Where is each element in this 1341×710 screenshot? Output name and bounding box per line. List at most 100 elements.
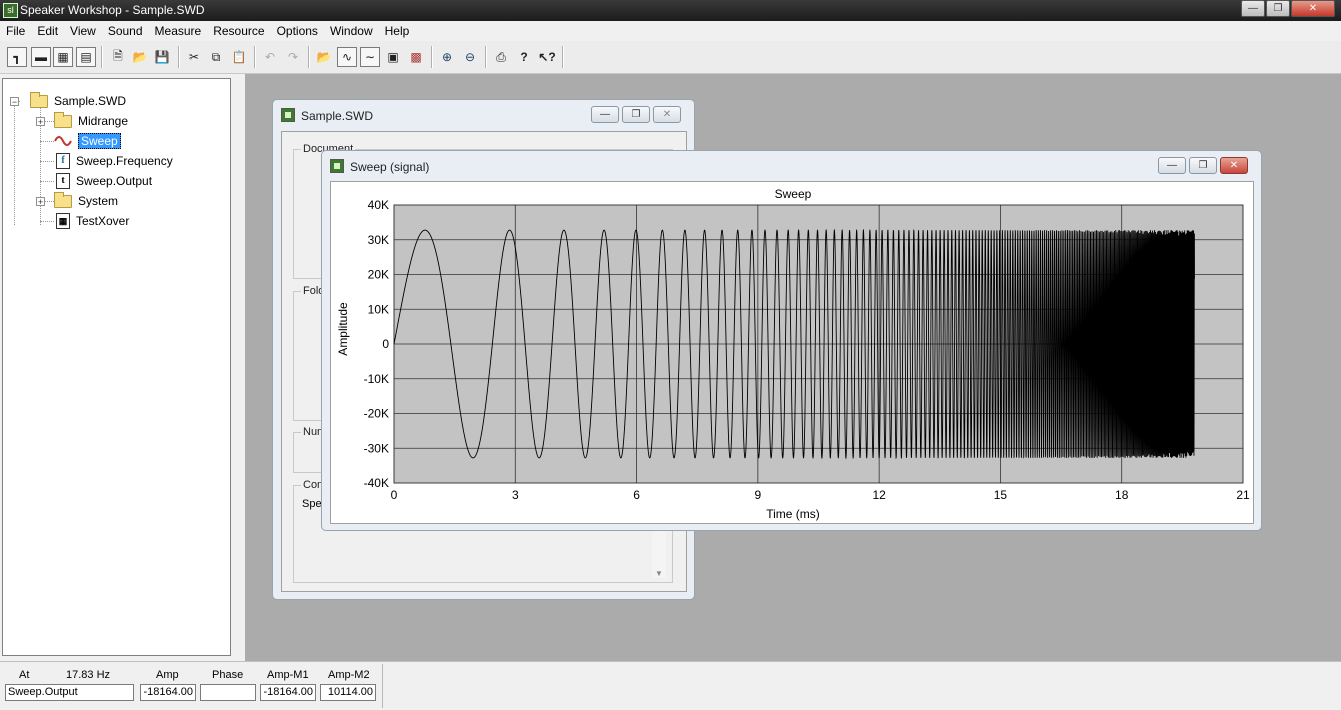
sweep-close-button[interactable]: ✕ xyxy=(1220,157,1248,174)
folder-icon xyxy=(54,111,72,128)
sample-close-button[interactable]: ✕ xyxy=(653,106,681,123)
menu-options[interactable]: Options xyxy=(271,24,324,38)
signal-view-icon[interactable]: ∿ xyxy=(337,47,357,67)
properties-icon[interactable]: ▣ xyxy=(383,47,403,67)
status-amp-m2-value[interactable]: 10114.00 xyxy=(320,684,376,701)
folder-icon xyxy=(54,191,72,208)
app-title-bar: sl Speaker Workshop - Sample.SWD — ❐ ✕ xyxy=(0,0,1341,21)
y-tick-label: 10K xyxy=(368,302,389,316)
menu-window[interactable]: Window xyxy=(324,24,379,38)
x-tick-label: 3 xyxy=(512,488,519,502)
menu-measure[interactable]: Measure xyxy=(149,24,208,38)
status-frequency: 17.83 Hz xyxy=(66,669,111,681)
midrange-expander[interactable]: + xyxy=(36,117,45,127)
tree-item-sweep-frequency[interactable]: f Sweep.Frequency xyxy=(56,152,173,170)
tree-item-label: Sweep xyxy=(78,133,121,149)
sweep-restore-button[interactable]: ❐ xyxy=(1189,157,1217,174)
sweep-chart[interactable]: Sweep 0 3 6 9 12 15 18 21 40K 30K 20K 10K 0 -10K -20K -… xyxy=(331,182,1253,523)
tree-view-icon[interactable]: ┓ xyxy=(7,47,27,67)
y-tick-label: 20K xyxy=(368,268,389,282)
print-icon[interactable]: ⎙ xyxy=(491,47,511,67)
view-toggle-icon[interactable]: ▬ xyxy=(31,47,51,67)
toolbar: ┓ ▬ ▦ ▤ 🗎 📂 💾 ✂ ⧉ 📋 ↶ ↷ 📂 ∿ ∼ ▣ ▩ ⊕ ⊖ ⎙ … xyxy=(0,41,1341,74)
close-button[interactable]: ✕ xyxy=(1291,0,1335,17)
view-grid-icon[interactable]: ▦ xyxy=(53,47,73,67)
status-at-label: At xyxy=(19,669,30,681)
tree-root-label: Sample.SWD xyxy=(54,94,127,108)
tree-item-label: System xyxy=(78,194,119,208)
menu-view[interactable]: View xyxy=(64,24,102,38)
x-tick-label: 21 xyxy=(1236,488,1250,502)
pane-splitter[interactable] xyxy=(233,78,241,656)
status-object-name[interactable]: Sweep.Output xyxy=(5,684,134,701)
status-amp-m1-label: Amp-M1 xyxy=(267,669,309,681)
tree-root[interactable]: Sample.SWD xyxy=(30,91,127,110)
status-amp-m1-value[interactable]: -18164.00 xyxy=(260,684,316,701)
y-tick-label: 30K xyxy=(368,233,389,247)
sweep-minimize-button[interactable]: — xyxy=(1158,157,1186,174)
delete-object-icon[interactable]: ▩ xyxy=(406,47,426,67)
redo-icon[interactable]: ↷ xyxy=(283,47,303,67)
cut-icon[interactable]: ✂ xyxy=(184,47,204,67)
menu-file[interactable]: File xyxy=(0,24,31,38)
status-amp-value[interactable]: -18164.00 xyxy=(140,684,196,701)
menu-resource[interactable]: Resource xyxy=(207,24,270,38)
root-expander[interactable]: − xyxy=(10,97,19,107)
y-tick-label: 40K xyxy=(368,198,389,212)
save-icon[interactable]: 💾 xyxy=(152,47,172,67)
y-tick-label: 0 xyxy=(382,337,389,351)
folder-icon xyxy=(30,91,48,108)
sweep-window-title: Sweep (signal) xyxy=(350,160,430,174)
sample-restore-button[interactable]: ❐ xyxy=(622,106,650,123)
chart-y-axis-label: Amplitude xyxy=(336,302,350,356)
signal-window-icon xyxy=(330,159,344,173)
minimize-button[interactable]: — xyxy=(1241,0,1265,17)
menu-bar: File Edit View Sound Measure Resource Op… xyxy=(0,21,1341,41)
open-folder-icon[interactable]: 📂 xyxy=(130,47,150,67)
x-tick-label: 15 xyxy=(994,488,1008,502)
x-tick-label: 12 xyxy=(872,488,886,502)
paste-icon[interactable]: 📋 xyxy=(229,47,249,67)
sample-window-title: Sample.SWD xyxy=(301,109,374,123)
comment-text: Spe xyxy=(302,498,322,510)
context-help-icon[interactable]: ↖? xyxy=(537,47,557,67)
status-phase-value[interactable] xyxy=(200,684,256,701)
undo-icon[interactable]: ↶ xyxy=(260,47,280,67)
help-icon[interactable]: ? xyxy=(514,47,534,67)
menu-sound[interactable]: Sound xyxy=(102,24,149,38)
tree-item-testxover[interactable]: ▦ TestXover xyxy=(56,212,129,230)
chart-view-icon[interactable]: ∼ xyxy=(360,47,380,67)
scroll-down-icon[interactable]: ▼ xyxy=(655,569,663,578)
document-window-icon xyxy=(281,108,295,122)
status-amp-m2-label: Amp-M2 xyxy=(328,669,370,681)
sample-minimize-button[interactable]: — xyxy=(591,106,619,123)
tree-item-label: Sweep.Frequency xyxy=(76,154,173,168)
x-tick-label: 6 xyxy=(633,488,640,502)
x-tick-label: 0 xyxy=(391,488,398,502)
tree-item-sweep[interactable]: Sweep xyxy=(54,132,121,150)
sweep-chart-area[interactable]: Sweep 0 3 6 9 12 15 18 21 40K 30K 20K 10K 0 -10K -20K -… xyxy=(330,181,1254,524)
tree-item-sweep-output[interactable]: t Sweep.Output xyxy=(56,172,152,190)
sweep-signal-window[interactable]: Sweep (signal) — ❐ ✕ Sweep 0 3 6 9 12 15 18 21 4… xyxy=(321,150,1262,531)
open-object-icon[interactable]: 📂 xyxy=(314,47,334,67)
system-expander[interactable]: + xyxy=(36,197,45,207)
new-file-icon[interactable]: 🗎 xyxy=(108,47,128,67)
y-tick-label: -40K xyxy=(364,476,389,490)
tree-item-system[interactable]: System xyxy=(54,191,119,210)
status-bar: At 17.83 Hz Amp Phase Amp-M1 Amp-M2 Swee… xyxy=(0,661,1341,710)
frequency-doc-icon: f xyxy=(56,153,70,169)
zoom-in-icon[interactable]: ⊕ xyxy=(437,47,457,67)
zoom-out-icon[interactable]: ⊖ xyxy=(460,47,480,67)
sine-wave-icon xyxy=(54,136,72,146)
restore-button[interactable]: ❐ xyxy=(1266,0,1290,17)
tree-item-label: Midrange xyxy=(78,114,129,128)
status-phase-label: Phase xyxy=(212,669,244,681)
document-tree[interactable]: − Sample.SWD + Midrange Sweep f Sweep.Fr… xyxy=(2,78,231,656)
y-tick-label: -20K xyxy=(364,407,389,421)
menu-edit[interactable]: Edit xyxy=(31,24,64,38)
menu-help[interactable]: Help xyxy=(379,24,416,38)
view-list-icon[interactable]: ▤ xyxy=(76,47,96,67)
copy-icon[interactable]: ⧉ xyxy=(206,47,226,67)
tree-item-midrange[interactable]: Midrange xyxy=(54,111,129,130)
status-divider xyxy=(382,664,383,708)
